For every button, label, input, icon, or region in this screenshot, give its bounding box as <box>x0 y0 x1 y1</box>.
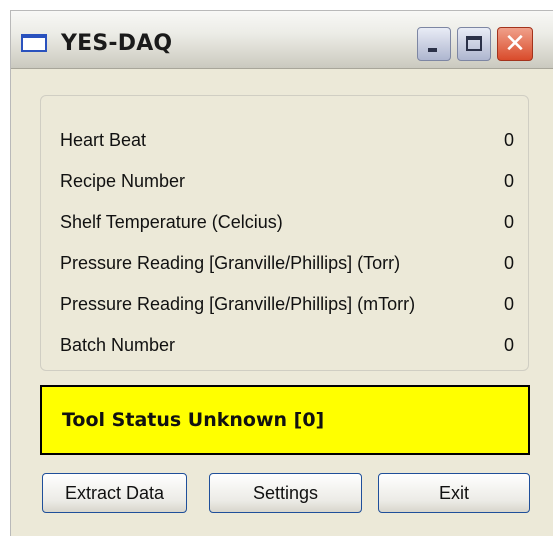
close-icon: ✕ <box>504 29 526 59</box>
tool-status-text: Tool Status Unknown [0] <box>62 409 325 431</box>
reading-label: Batch Number <box>60 335 176 355</box>
reading-row-recipe-number: Recipe Number 0 <box>60 171 514 195</box>
tool-status-banner: Tool Status Unknown [0] <box>40 385 530 455</box>
reading-label: Shelf Temperature (Celcius) <box>60 212 283 232</box>
readings-panel: Heart Beat 0 Recipe Number 0 Shelf Tempe… <box>40 95 529 371</box>
reading-value: 0 <box>503 335 514 355</box>
minimize-button[interactable] <box>417 27 451 61</box>
reading-row-pressure-mtorr: Pressure Reading [Granville/Phillips] (m… <box>60 294 514 318</box>
reading-value: 0 <box>503 294 514 314</box>
reading-value: 0 <box>503 253 514 273</box>
extract-data-button[interactable]: Extract Data <box>42 473 187 513</box>
maximize-button[interactable] <box>457 27 491 61</box>
reading-value: 0 <box>503 171 514 191</box>
title-bar[interactable]: YES-DAQ ✕ <box>11 11 553 69</box>
reading-value: 0 <box>503 130 514 150</box>
maximize-icon <box>466 36 482 51</box>
settings-button[interactable]: Settings <box>209 473 362 513</box>
reading-row-pressure-torr: Pressure Reading [Granville/Phillips] (T… <box>60 253 514 277</box>
reading-row-heart-beat: Heart Beat 0 <box>60 130 514 154</box>
window-app-icon <box>21 34 47 52</box>
reading-label: Pressure Reading [Granville/Phillips] (T… <box>60 253 401 273</box>
app-window: YES-DAQ ✕ Heart Beat 0 Recipe Number 0 S… <box>10 10 553 536</box>
exit-button[interactable]: Exit <box>378 473 530 513</box>
close-button[interactable]: ✕ <box>497 27 533 61</box>
minimize-icon <box>428 48 437 52</box>
reading-row-shelf-temperature: Shelf Temperature (Celcius) 0 <box>60 212 514 236</box>
window-title: YES-DAQ <box>61 31 173 56</box>
reading-value: 0 <box>503 212 514 232</box>
reading-label: Heart Beat <box>60 130 147 150</box>
reading-row-batch-number: Batch Number 0 <box>60 335 514 359</box>
reading-label: Recipe Number <box>60 171 186 191</box>
reading-label: Pressure Reading [Granville/Phillips] (m… <box>60 294 416 314</box>
